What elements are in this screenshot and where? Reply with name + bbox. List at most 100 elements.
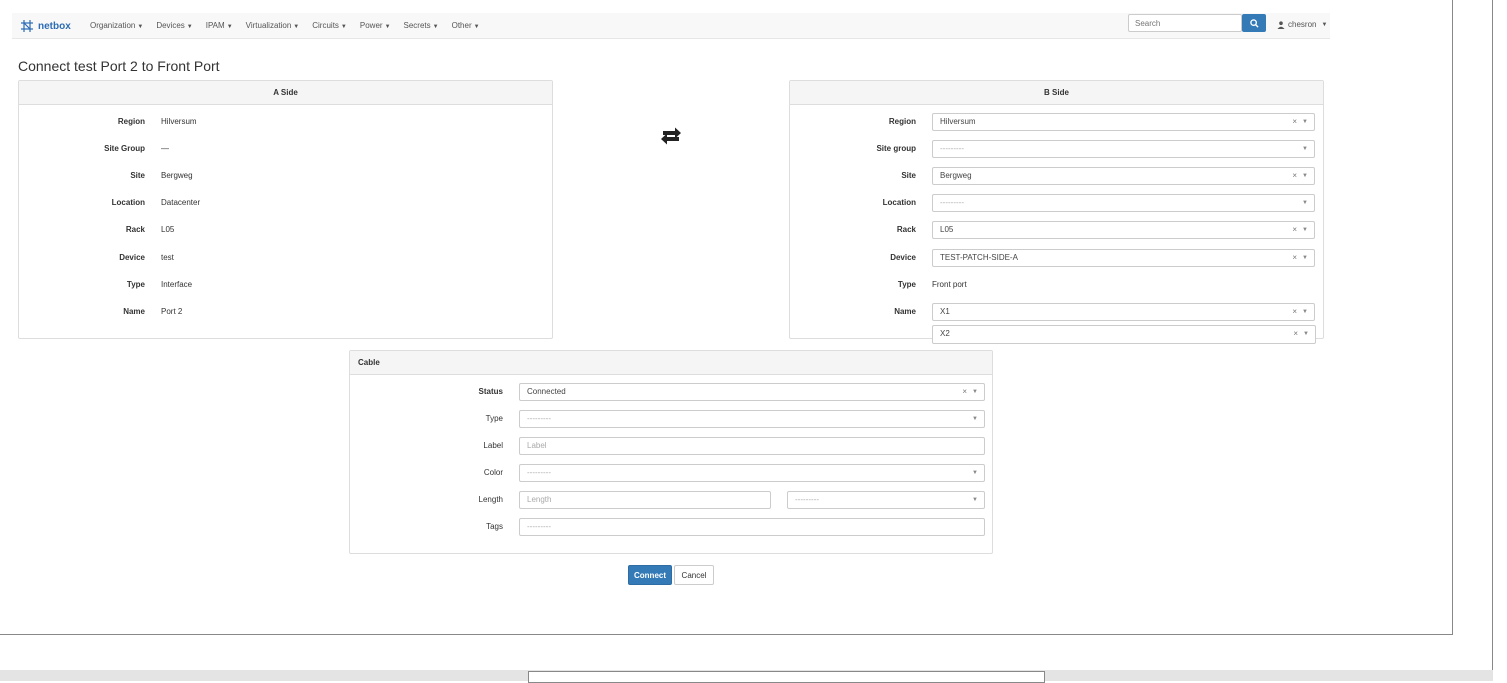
a-side-rack-row: Rack L05 [19, 220, 552, 240]
search-input[interactable] [1128, 14, 1242, 32]
window-border-bottom [0, 634, 1453, 635]
cable-color-row: Color --------- ▼ [350, 463, 992, 483]
clear-icon[interactable]: × [1292, 250, 1297, 266]
search-icon [1249, 18, 1259, 28]
a-side-type-row: Type Interface [19, 275, 552, 295]
clear-icon[interactable]: × [962, 384, 967, 400]
field-value: Datacenter [161, 198, 201, 207]
status-select[interactable]: Connected × ▼ [519, 383, 985, 401]
device-select[interactable]: TEST-PATCH-SIDE-A × ▼ [932, 249, 1315, 267]
nav-devices[interactable]: Devices ▼ [156, 21, 192, 30]
user-menu[interactable]: chesron ▼ [1277, 20, 1327, 29]
clear-icon[interactable]: × [1292, 222, 1297, 238]
field-label: Rack [896, 225, 916, 234]
swap-arrows-icon [661, 127, 681, 145]
field-value: Port 2 [161, 307, 183, 316]
cable-type-select[interactable]: --------- ▼ [519, 410, 985, 428]
name-select-extra[interactable]: X2 × ▼ [932, 325, 1316, 344]
tags-select[interactable]: --------- [519, 518, 985, 536]
dropdown-arrow-icon: ▼ [1303, 331, 1309, 337]
navbar: netbox Organization ▼ Devices ▼ IPAM ▼ Virt… [12, 13, 1330, 39]
field-value: — [161, 144, 169, 153]
site-select[interactable]: Bergweg × ▼ [932, 167, 1315, 185]
clear-icon[interactable]: × [1292, 304, 1297, 320]
cable-label-input[interactable]: Label [519, 437, 985, 455]
dropdown-arrow-icon: ▼ [972, 416, 978, 422]
dropdown-arrow-icon: ▼ [972, 497, 978, 503]
main-menu: Organization ▼ Devices ▼ IPAM ▼ Virtualizat… [90, 13, 493, 38]
field-label: Site Group [104, 144, 145, 153]
a-side-name-row: Name Port 2 [19, 302, 552, 322]
field-label: Location [882, 198, 916, 207]
user-icon [1277, 20, 1285, 29]
site-group-select[interactable]: --------- ▼ [932, 140, 1315, 158]
b-side-header: B Side [790, 81, 1323, 105]
field-value: Front port [932, 280, 967, 289]
dropdown-arrow-icon: ▼ [972, 470, 978, 476]
field-label: Site group [876, 144, 916, 153]
page-title: Connect test Port 2 to Front Port [18, 58, 220, 74]
field-label: Location [111, 198, 145, 207]
field-value: test [161, 253, 174, 262]
b-side-type-row: Type Front port [790, 275, 1323, 295]
netbox-logo-icon [21, 20, 33, 32]
b-side-region-row: Region Hilversum × ▼ [790, 112, 1323, 132]
length-unit-select[interactable]: --------- ▼ [787, 491, 985, 509]
dropdown-arrow-icon: ▼ [972, 389, 978, 395]
caret-down-icon: ▼ [226, 24, 233, 30]
b-side-site-row: Site Bergweg × ▼ [790, 166, 1323, 186]
a-side-header: A Side [19, 81, 552, 105]
caret-down-icon: ▼ [137, 24, 144, 30]
clear-icon[interactable]: × [1292, 168, 1297, 184]
nav-virtualization[interactable]: Virtualization ▼ [246, 21, 300, 30]
caret-down-icon: ▼ [186, 24, 193, 30]
connect-button[interactable]: Connect [628, 565, 672, 585]
a-side-location-row: Location Datacenter [19, 193, 552, 213]
b-side-rack-row: Rack L05 × ▼ [790, 220, 1323, 240]
field-label: Region [117, 117, 145, 126]
color-select[interactable]: --------- ▼ [519, 464, 985, 482]
field-label: Name [123, 307, 145, 316]
a-side-panel: A Side Region Hilversum Site Group — Sit… [18, 80, 553, 339]
nav-power[interactable]: Power ▼ [360, 21, 391, 30]
bottom-box [528, 671, 1045, 683]
cable-tags-row: Tags --------- [350, 517, 992, 537]
cancel-button[interactable]: Cancel [674, 565, 714, 585]
dropdown-arrow-icon: ▼ [1302, 146, 1308, 152]
field-label: Color [483, 468, 503, 477]
dropdown-arrow-icon: ▼ [1302, 227, 1308, 233]
length-input[interactable]: Length [519, 491, 771, 509]
cable-type-row: Type --------- ▼ [350, 409, 992, 429]
b-side-site-group-row: Site group --------- ▼ [790, 139, 1323, 159]
caret-down-icon: ▼ [1321, 21, 1328, 28]
clear-icon[interactable]: × [1293, 326, 1298, 342]
clear-icon[interactable]: × [1292, 114, 1297, 130]
name-select[interactable]: X1 × ▼ [932, 303, 1315, 321]
field-label: Type [485, 414, 503, 423]
field-label: Length [478, 495, 503, 504]
cable-length-row: Length Length --------- ▼ [350, 490, 992, 510]
brand-logo[interactable]: netbox [19, 17, 71, 35]
field-label: Status [478, 387, 503, 396]
dropdown-arrow-icon: ▼ [1302, 255, 1308, 261]
caret-down-icon: ▼ [340, 24, 347, 30]
caret-down-icon: ▼ [384, 24, 391, 30]
search-button[interactable] [1242, 14, 1266, 32]
rack-select[interactable]: L05 × ▼ [932, 221, 1315, 239]
cable-panel: Cable Status Connected × ▼ Type --------… [349, 350, 993, 554]
field-label: Rack [125, 225, 145, 234]
field-label: Label [483, 441, 503, 450]
dropdown-arrow-icon: ▼ [1302, 200, 1308, 206]
field-label: Type [897, 280, 916, 289]
b-side-device-row: Device TEST-PATCH-SIDE-A × ▼ [790, 248, 1323, 268]
cable-label-row: Label Label [350, 436, 992, 456]
nav-secrets[interactable]: Secrets ▼ [404, 21, 439, 30]
dropdown-arrow-icon: ▼ [1302, 119, 1308, 125]
nav-organization[interactable]: Organization ▼ [90, 21, 143, 30]
dropdown-arrow-icon: ▼ [1302, 173, 1308, 179]
nav-circuits[interactable]: Circuits ▼ [312, 21, 347, 30]
nav-other[interactable]: Other ▼ [452, 21, 480, 30]
location-select[interactable]: --------- ▼ [932, 194, 1315, 212]
region-select[interactable]: Hilversum × ▼ [932, 113, 1315, 131]
nav-ipam[interactable]: IPAM ▼ [206, 21, 233, 30]
